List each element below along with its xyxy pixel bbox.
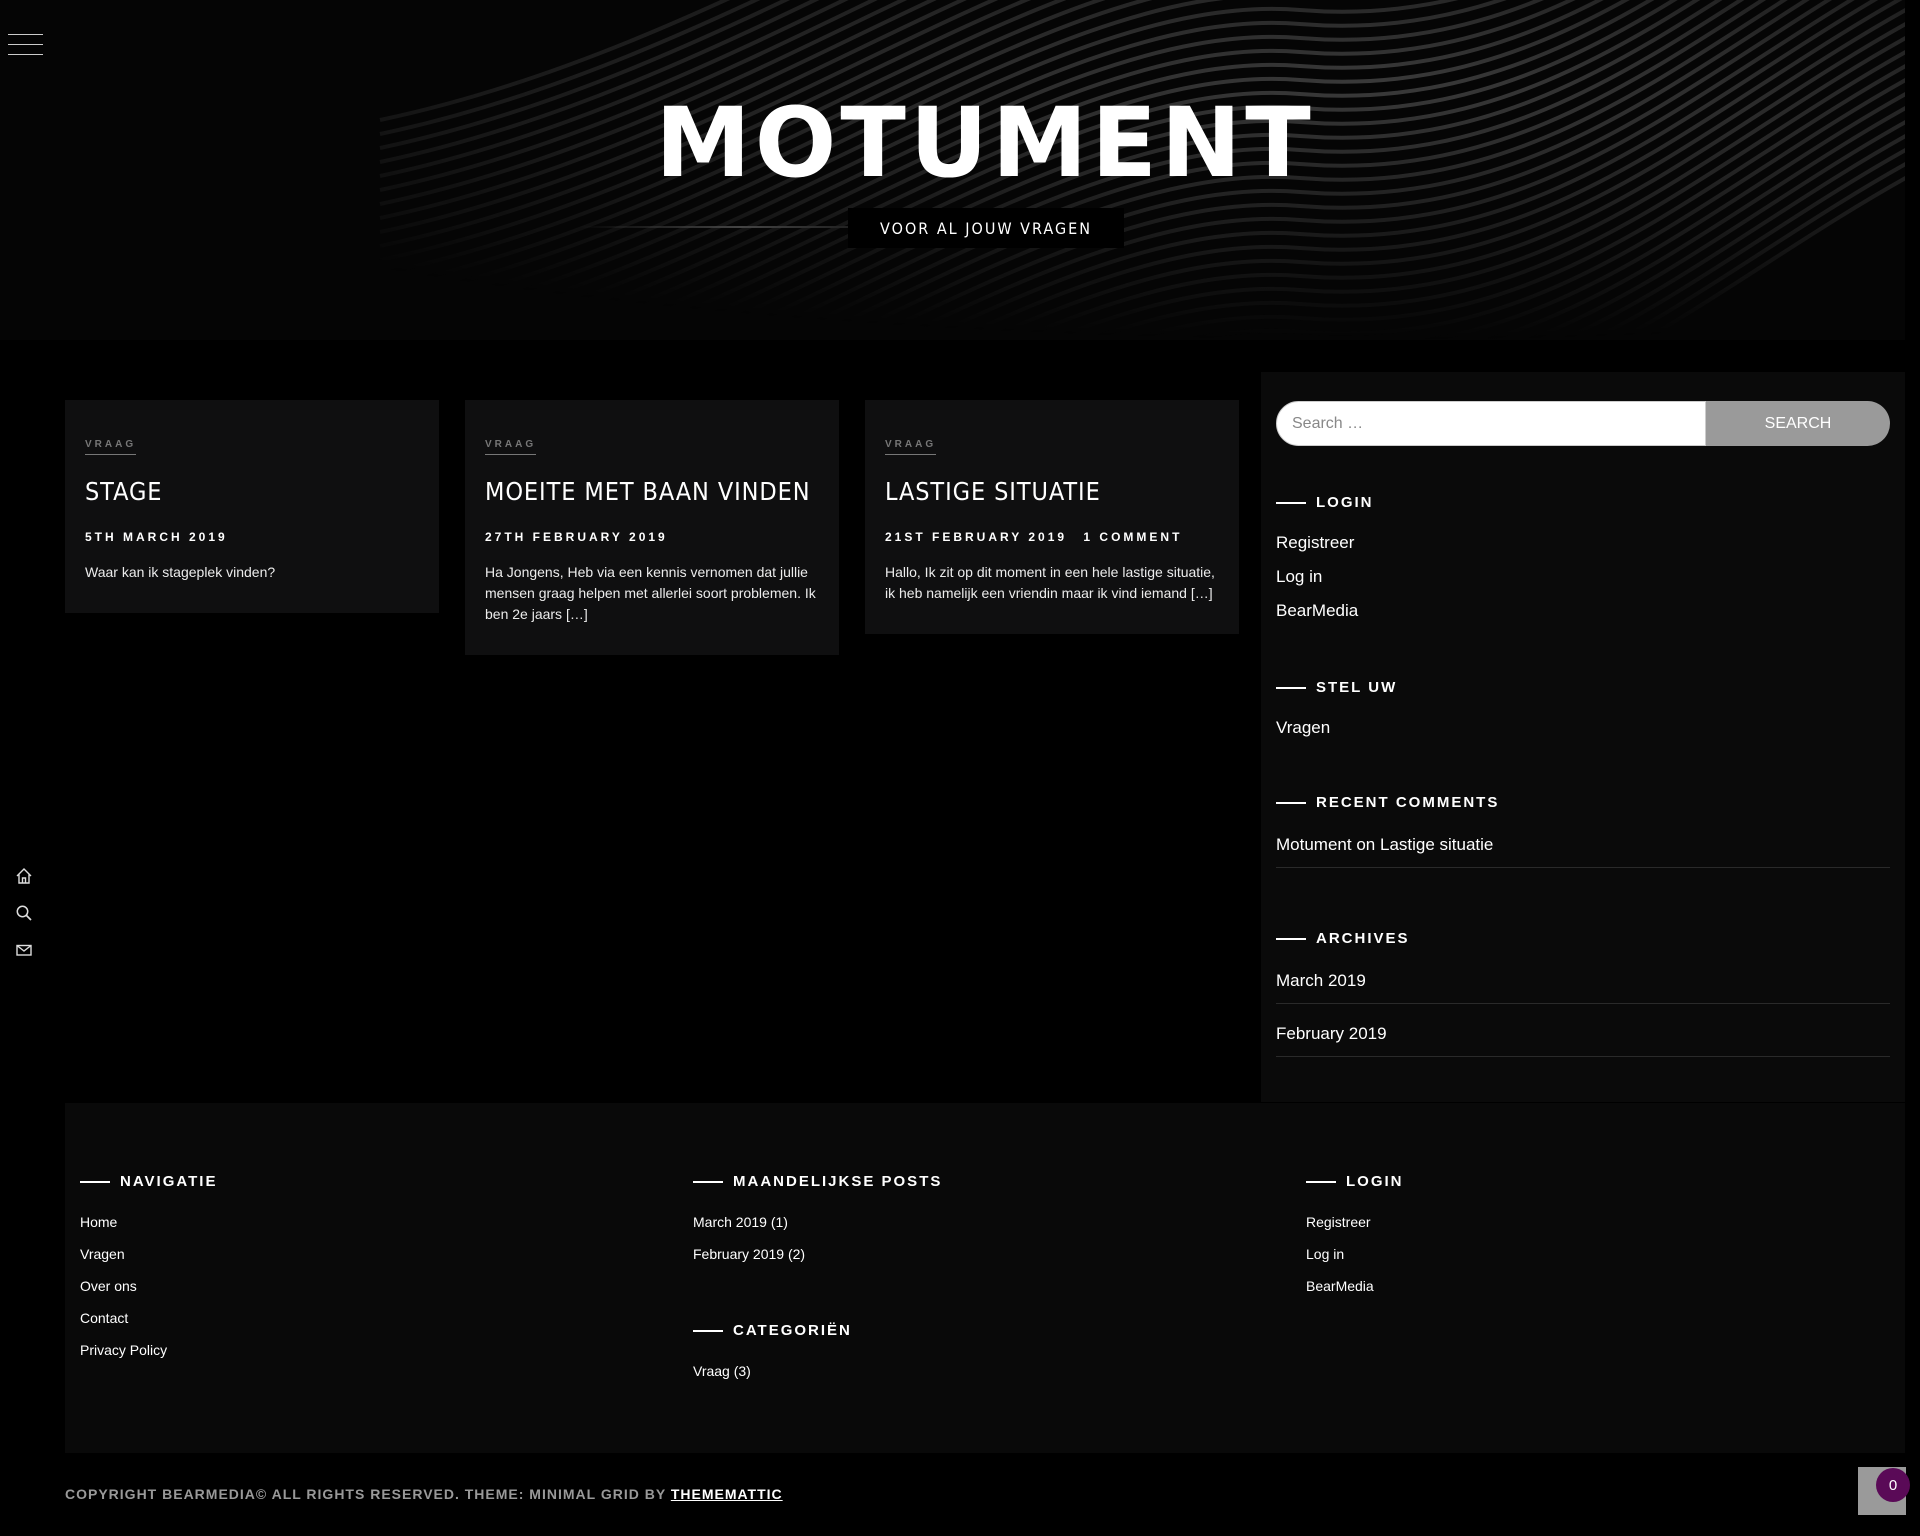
posts-grid: VRAAG STAGE 5TH MARCH 2019 Waar kan ik s… xyxy=(50,372,1260,1102)
footer-category-link[interactable]: Vraag (3) xyxy=(693,1355,942,1387)
archive-link[interactable]: March 2019 xyxy=(1276,971,1890,1004)
post-category[interactable]: VRAAG xyxy=(885,439,937,455)
widget-title: NAVIGATIE xyxy=(80,1173,217,1190)
search-button[interactable]: SEARCH xyxy=(1706,401,1890,446)
post-meta: 21ST FEBRUARY 2019 1 COMMENT xyxy=(885,530,1219,544)
widget-title: RECENT COMMENTS xyxy=(1276,794,1890,811)
menu-toggle-button[interactable] xyxy=(8,34,43,56)
footer-navigatie: NAVIGATIE Home Vragen Over ons Contact P… xyxy=(80,1173,217,1366)
post-title[interactable]: MOEITE MET BAAN VINDEN xyxy=(485,477,810,506)
post-title[interactable]: STAGE xyxy=(85,477,386,506)
post-date[interactable]: 21ST FEBRUARY 2019 xyxy=(885,530,1067,544)
home-icon[interactable] xyxy=(14,866,34,886)
post-meta: 5TH MARCH 2019 xyxy=(85,530,419,544)
footer-link-over-ons[interactable]: Over ons xyxy=(80,1270,217,1302)
archives-widget: ARCHIVES March 2019 February 2019 xyxy=(1276,930,1890,1057)
sidebar: SEARCH LOGIN Registreer Log in BearMedia… xyxy=(1261,372,1905,1102)
archive-link[interactable]: February 2019 xyxy=(1276,1024,1890,1057)
post-card: VRAAG STAGE 5TH MARCH 2019 Waar kan ik s… xyxy=(65,400,439,613)
copyright-text: COPYRIGHT BEARMEDIA© ALL RIGHTS RESERVED… xyxy=(65,1486,783,1502)
thememattic-link[interactable]: THEMEMATTIC xyxy=(671,1486,783,1502)
widget-title: LOGIN xyxy=(1276,494,1890,511)
footer-archive-link[interactable]: February 2019 (2) xyxy=(693,1238,942,1270)
footer-link-privacy-policy[interactable]: Privacy Policy xyxy=(80,1334,217,1366)
post-title[interactable]: LASTIGE SITUATIE xyxy=(885,477,1186,506)
footer-login-link[interactable]: Log in xyxy=(1306,1238,1404,1270)
search-icon[interactable] xyxy=(14,903,34,923)
footer-maandelijkse-posts: MAANDELIJKSE POSTS March 2019 (1) Februa… xyxy=(693,1173,942,1387)
widget-title: STEL UW xyxy=(1276,679,1890,696)
vragen-link[interactable]: Vragen xyxy=(1276,718,1890,738)
comment-on-label: on xyxy=(1356,835,1376,854)
post-category[interactable]: VRAAG xyxy=(85,439,137,455)
post-meta: 27TH FEBRUARY 2019 xyxy=(485,530,819,544)
post-excerpt: Ha Jongens, Heb via een kennis vernomen … xyxy=(485,564,816,622)
post-card: VRAAG MOEITE MET BAAN VINDEN 27TH FEBRUA… xyxy=(465,400,839,655)
register-link[interactable]: Registreer xyxy=(1276,533,1890,553)
footer-link-contact[interactable]: Contact xyxy=(80,1302,217,1334)
post-category[interactable]: VRAAG xyxy=(485,439,537,455)
footer-widgets: NAVIGATIE Home Vragen Over ons Contact P… xyxy=(65,1103,1905,1453)
widget-title: CATEGORIËN xyxy=(693,1322,942,1339)
footer-link-home[interactable]: Home xyxy=(80,1206,217,1238)
side-rail xyxy=(14,866,36,977)
comment-author-link[interactable]: Motument xyxy=(1276,835,1352,854)
mail-icon[interactable] xyxy=(14,940,34,960)
post-date[interactable]: 5TH MARCH 2019 xyxy=(85,530,228,544)
widget-title: LOGIN xyxy=(1306,1173,1404,1190)
post-date[interactable]: 27TH FEBRUARY 2019 xyxy=(485,530,668,544)
footer-bearmedia-link[interactable]: BearMedia xyxy=(1306,1270,1404,1302)
notification-badge[interactable]: 0 xyxy=(1876,1468,1910,1502)
site-tagline: VOOR AL JOUW VRAGEN xyxy=(880,218,1092,238)
widget-title: ARCHIVES xyxy=(1276,930,1890,947)
login-link[interactable]: Log in xyxy=(1276,567,1890,587)
login-widget: LOGIN Registreer Log in BearMedia xyxy=(1276,494,1890,621)
footer-archive-link[interactable]: March 2019 (1) xyxy=(693,1206,942,1238)
tagline-box: VOOR AL JOUW VRAGEN xyxy=(848,208,1124,248)
post-card: VRAAG LASTIGE SITUATIE 21ST FEBRUARY 201… xyxy=(865,400,1239,634)
recent-comment-item: Motument on Lastige situatie xyxy=(1276,835,1890,868)
stel-uw-widget: STEL UW Vragen xyxy=(1276,679,1890,738)
site-title[interactable]: MOTUMENT xyxy=(0,95,1905,191)
footer-register-link[interactable]: Registreer xyxy=(1306,1206,1404,1238)
widget-title: MAANDELIJKSE POSTS xyxy=(693,1173,942,1190)
footer-link-vragen[interactable]: Vragen xyxy=(80,1238,217,1270)
copyright-label: COPYRIGHT BEARMEDIA© ALL RIGHTS RESERVED… xyxy=(65,1486,666,1502)
recent-comments-widget: RECENT COMMENTS Motument on Lastige situ… xyxy=(1276,794,1890,868)
site-header: MOTUMENT VOOR AL JOUW VRAGEN xyxy=(0,0,1905,340)
post-excerpt: Hallo, Ik zit op dit moment in een hele … xyxy=(885,564,1215,601)
comment-post-link[interactable]: Lastige situatie xyxy=(1380,835,1493,854)
post-excerpt: Waar kan ik stageplek vinden? xyxy=(85,564,276,580)
post-comments-count[interactable]: 1 COMMENT xyxy=(1083,530,1182,544)
search-form: SEARCH xyxy=(1276,401,1890,446)
footer-login: LOGIN Registreer Log in BearMedia xyxy=(1306,1173,1404,1302)
tagline-decoration-line xyxy=(580,226,848,228)
search-input[interactable] xyxy=(1276,401,1706,446)
bearmedia-link[interactable]: BearMedia xyxy=(1276,601,1890,621)
